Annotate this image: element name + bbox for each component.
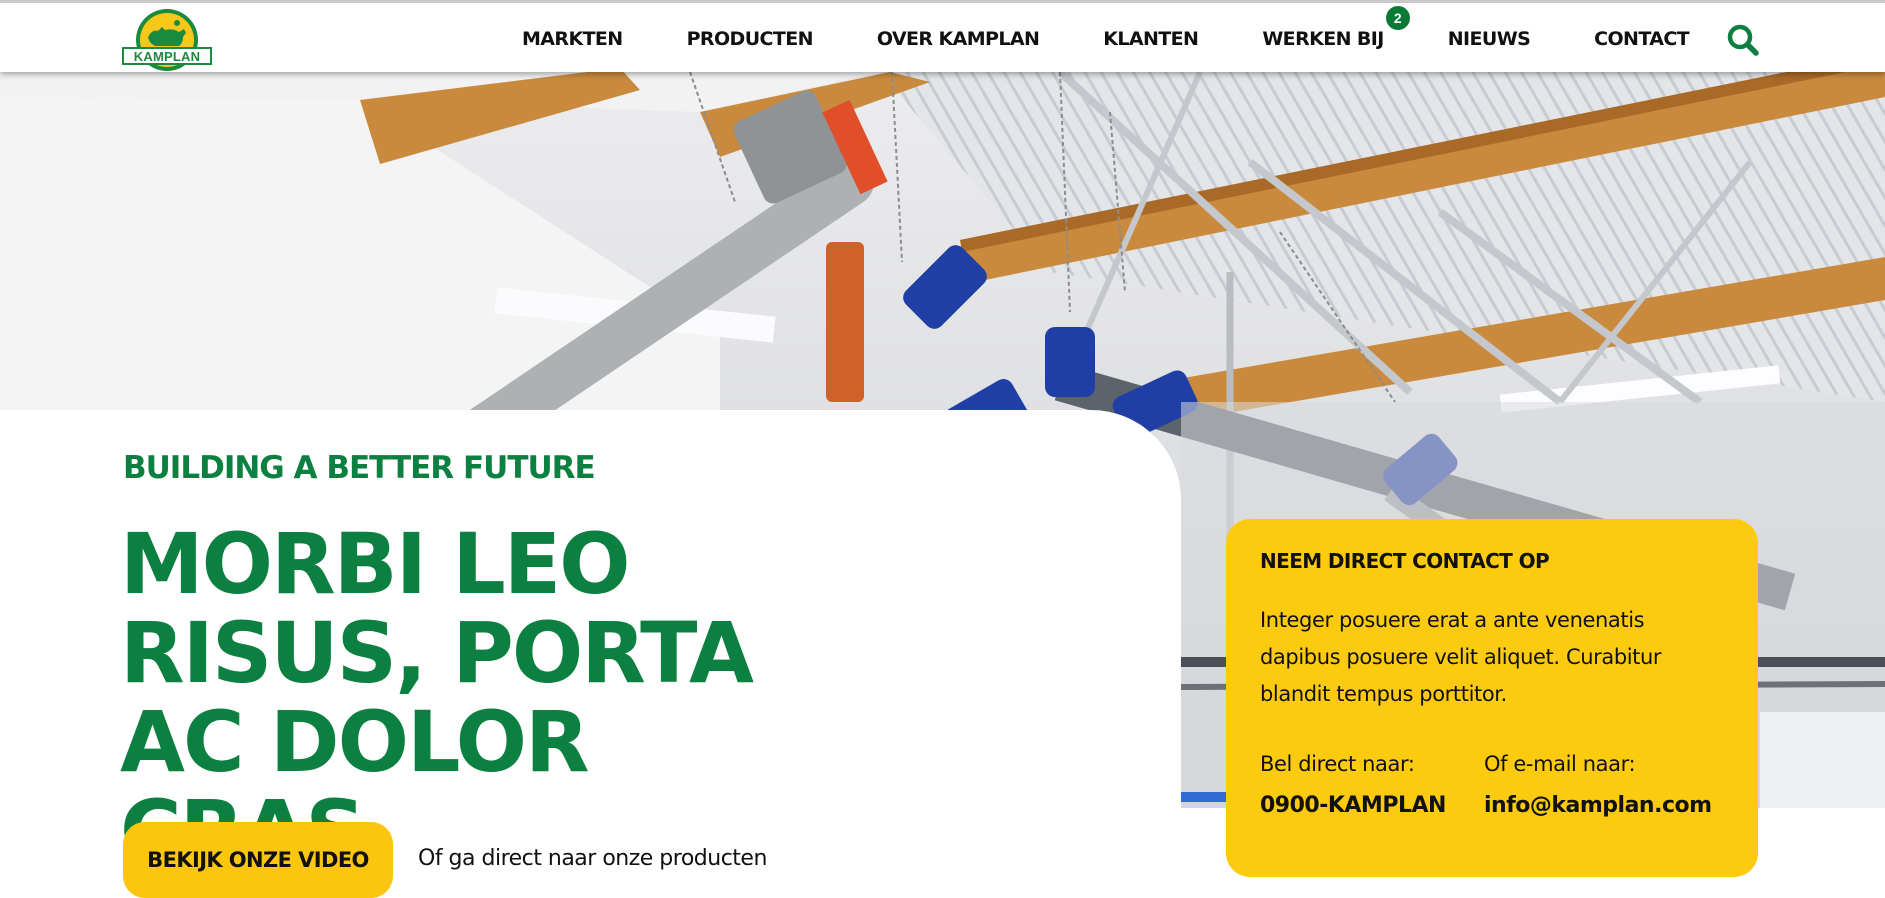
email-link[interactable]: info@kamplan.com <box>1484 793 1712 818</box>
products-link[interactable]: Of ga direct naar onze producten <box>418 846 767 871</box>
phone-label: Bel direct naar: <box>1260 752 1415 776</box>
nav-klanten[interactable]: KLANTEN <box>1103 28 1199 50</box>
nav-producten[interactable]: PRODUCTEN <box>687 28 814 50</box>
nav-over-kamplan[interactable]: OVER KAMPLAN <box>877 28 1040 50</box>
hero-eyebrow: BUILDING A BETTER FUTURE <box>123 450 596 486</box>
nav-markten[interactable]: MARKTEN <box>522 28 623 50</box>
email-label: Of e-mail naar: <box>1484 752 1636 776</box>
vacancy-count-badge: 2 <box>1385 6 1410 30</box>
contact-card-title: NEEM DIRECT CONTACT OP <box>1260 549 1550 573</box>
logo-wordmark: KAMPLAN <box>122 47 212 65</box>
nav-nieuws[interactable]: NIEUWS <box>1448 28 1531 50</box>
main-navigation: MARKTEN PRODUCTEN OVER KAMPLAN KLANTEN W… <box>522 3 1690 75</box>
watch-video-button[interactable]: BEKIJK ONZE VIDEO <box>123 822 393 898</box>
nav-werken-bij-wrapper[interactable]: WERKEN BIJ 2 <box>1262 6 1410 50</box>
contact-card-text: Integer posuere erat a ante venenatis da… <box>1260 608 1662 706</box>
search-button[interactable] <box>1726 23 1760 57</box>
site-header: KAMPLAN MARKTEN PRODUCTEN OVER KAMPLAN K… <box>0 0 1885 72</box>
contact-card: NEEM DIRECT CONTACT OP Integer posuere e… <box>1226 519 1758 877</box>
nav-werken-bij[interactable]: WERKEN BIJ <box>1262 28 1384 50</box>
search-icon[interactable] <box>1726 23 1760 57</box>
kamplan-logo[interactable]: KAMPLAN <box>122 7 212 73</box>
phone-link[interactable]: 0900-KAMPLAN <box>1260 793 1446 818</box>
nav-contact[interactable]: CONTACT <box>1594 28 1690 50</box>
